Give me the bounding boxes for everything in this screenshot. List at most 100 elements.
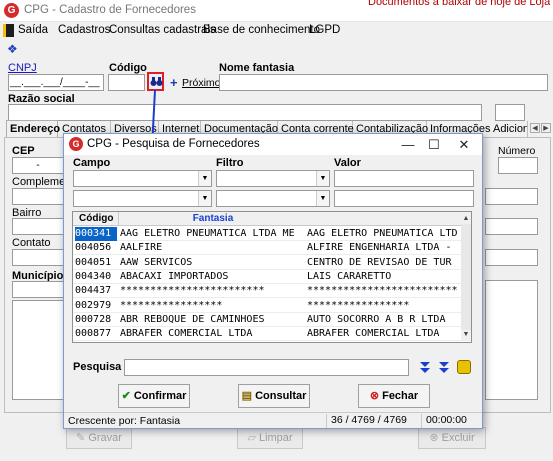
menu-lgpd[interactable]: LGPD — [309, 24, 340, 36]
menu-base-conhecimento[interactable]: Base de conhecimento — [203, 24, 320, 36]
valor-input-2[interactable] — [334, 190, 474, 207]
pesquisa-input[interactable] — [124, 359, 409, 376]
settings-gear-icon[interactable] — [457, 360, 471, 374]
complemento-field[interactable] — [12, 188, 64, 205]
results-grid[interactable]: Código Fantasia 000341 AAG ELETRO PNEUMAT… — [72, 211, 472, 343]
cell-codigo: 004437 — [75, 285, 112, 297]
menu-consultas[interactable]: Consultas cadastrais — [109, 24, 216, 36]
excluir-label: Excluir — [441, 432, 475, 444]
cnpj-label[interactable]: CNPJ — [8, 62, 37, 74]
filtro-select-2[interactable]: ▼ — [216, 190, 330, 207]
app-logo-icon: G — [4, 3, 19, 18]
confirmar-label: Confirmar — [133, 390, 187, 402]
vertical-scrollbar[interactable] — [461, 224, 471, 330]
nome-fantasia-field[interactable] — [219, 74, 548, 91]
filtro-select-1[interactable]: ▼ — [216, 170, 330, 187]
proximo-button[interactable]: Próximo — [182, 77, 221, 89]
table-row[interactable]: 000341 AAG ELETRO PNEUMATICA LTDA ME AAG E… — [73, 227, 471, 241]
cell-fantasia: ABR REBOQUE DE CAMINHOES — [120, 313, 265, 325]
campo-label: Campo — [73, 157, 111, 169]
limpar-button[interactable]: ▱ Limpar — [237, 427, 303, 449]
limpar-label: Limpar — [258, 432, 293, 444]
tab-endereco[interactable]: Endereço — [6, 120, 60, 138]
consultar-button[interactable]: ▤ Consultar — [238, 384, 310, 408]
razao-social-field[interactable] — [8, 104, 482, 121]
grid-header: Código Fantasia — [73, 212, 471, 226]
right-panel-list[interactable] — [485, 280, 538, 400]
scroll-up-icon[interactable]: ▲ — [461, 214, 471, 224]
cell-razao: AAG ELETRO PNEUMATICA LTD — [307, 228, 458, 239]
chevron-down-icon: ▼ — [316, 191, 329, 206]
consultar-label: Consultar — [255, 390, 307, 402]
cep-field[interactable]: - — [12, 157, 64, 174]
contato-field[interactable] — [12, 249, 64, 266]
right-field-2[interactable] — [485, 218, 538, 235]
maximize-icon[interactable]: ☐ — [420, 135, 448, 154]
cell-razao: CENTRO DE REVISAO DE TUR — [307, 256, 452, 268]
checkmark-icon: ✔ — [121, 390, 131, 402]
right-field-1[interactable] — [485, 188, 538, 205]
dialog-titlebar: G CPG - Pesquisa de Fornecedores — ☐ ✕ — [64, 134, 482, 155]
fechar-button[interactable]: ⊗ Fechar — [358, 384, 430, 408]
table-row[interactable]: 000877 ABRAFER COMERCIAL LTDA ABRAFER COME… — [73, 327, 471, 342]
first-record-icon[interactable] — [419, 361, 431, 374]
table-row[interactable]: 004051 AAW SERVICOS CENTRO DE REVISAO DE T… — [73, 256, 471, 270]
municipio-list[interactable] — [12, 300, 64, 400]
exit-icon[interactable] — [3, 24, 14, 37]
numero-field[interactable] — [498, 157, 538, 174]
valor-input-1[interactable] — [334, 170, 474, 187]
cell-codigo: 000728 — [75, 313, 112, 325]
column-header-codigo[interactable]: Código — [79, 212, 113, 225]
elapsed-time: 00:00:00 — [421, 414, 481, 428]
plus-icon: + — [170, 75, 178, 90]
record-count: 36 / 4769 / 4769 — [326, 414, 421, 428]
cell-codigo: 002979 — [75, 299, 112, 311]
cell-razao: ALFIRE ENGENHARIA LTDA - — [307, 242, 452, 254]
dialog-logo-icon: G — [69, 137, 83, 151]
tab-scroll-right-icon[interactable]: ▶ — [541, 123, 551, 133]
close-icon[interactable]: ✕ — [450, 135, 478, 154]
pesquisa-label: Pesquisa — [73, 361, 122, 373]
last-record-icon[interactable] — [438, 361, 450, 374]
filtro-label: Filtro — [216, 157, 244, 169]
cell-razao: ***************** — [307, 299, 410, 311]
column-header-fantasia[interactable]: Fantasia — [118, 212, 307, 225]
right-field-3[interactable] — [485, 249, 538, 266]
table-row[interactable]: 004056 AALFIRE ALFIRE ENGENHARIA LTDA - — [73, 241, 471, 256]
nome-fantasia-label: Nome fantasia — [219, 62, 295, 74]
table-row[interactable]: 004340 ABACAXI IMPORTADOS LAIS CARARETTO — [73, 270, 471, 284]
cnpj-field[interactable]: __.___.___/____-__ — [8, 74, 104, 91]
table-row[interactable]: 004437 ************************ **********… — [73, 284, 471, 299]
chevron-down-icon: ▼ — [198, 191, 211, 206]
table-row[interactable]: 000728 ABR REBOQUE DE CAMINHOES AUTO SOCOR… — [73, 313, 471, 327]
chevron-down-icon: ▼ — [198, 171, 211, 186]
navigation-diamond-icon[interactable]: ❖ — [7, 42, 18, 56]
cell-fantasia: ***************** — [120, 299, 223, 311]
cell-fantasia: ************************ — [120, 285, 265, 297]
cell-fantasia: ABRAFER COMERCIAL LTDA — [120, 328, 253, 340]
cell-codigo: 000341 — [75, 227, 117, 241]
municipio-field[interactable] — [12, 281, 64, 298]
gravar-button[interactable]: ✎ Gravar — [66, 427, 132, 449]
razao-extra-field[interactable] — [495, 104, 525, 121]
confirmar-button[interactable]: ✔ Confirmar — [118, 384, 190, 408]
table-row[interactable]: 002979 ***************** ***************** — [73, 299, 471, 313]
campo-select-1[interactable]: ▼ — [73, 170, 212, 187]
folder-icon: ▤ — [241, 390, 252, 402]
cell-fantasia: AAG ELETRO PNEUMATICA LTDA ME — [120, 228, 295, 239]
scroll-down-icon[interactable]: ▼ — [461, 330, 471, 340]
close-circle-icon: ⊗ — [369, 390, 380, 402]
tab-scroll-left-icon[interactable]: ◀ — [530, 123, 540, 133]
menu-saida[interactable]: Saída — [18, 24, 48, 36]
menu-cadastros[interactable]: Cadastros — [58, 24, 110, 36]
chevron-down-icon: ▼ — [316, 171, 329, 186]
excluir-button[interactable]: ⊗ Excluir — [418, 427, 486, 449]
cell-razao: ************************* — [307, 285, 458, 297]
cep-label: CEP — [12, 145, 35, 157]
minimize-icon[interactable]: — — [394, 135, 422, 154]
campo-select-2[interactable]: ▼ — [73, 190, 212, 207]
gravar-label: Gravar — [88, 432, 122, 444]
cell-fantasia: AALFIRE — [120, 242, 163, 254]
bairro-field[interactable] — [12, 218, 64, 235]
cell-codigo: 004051 — [75, 256, 112, 268]
